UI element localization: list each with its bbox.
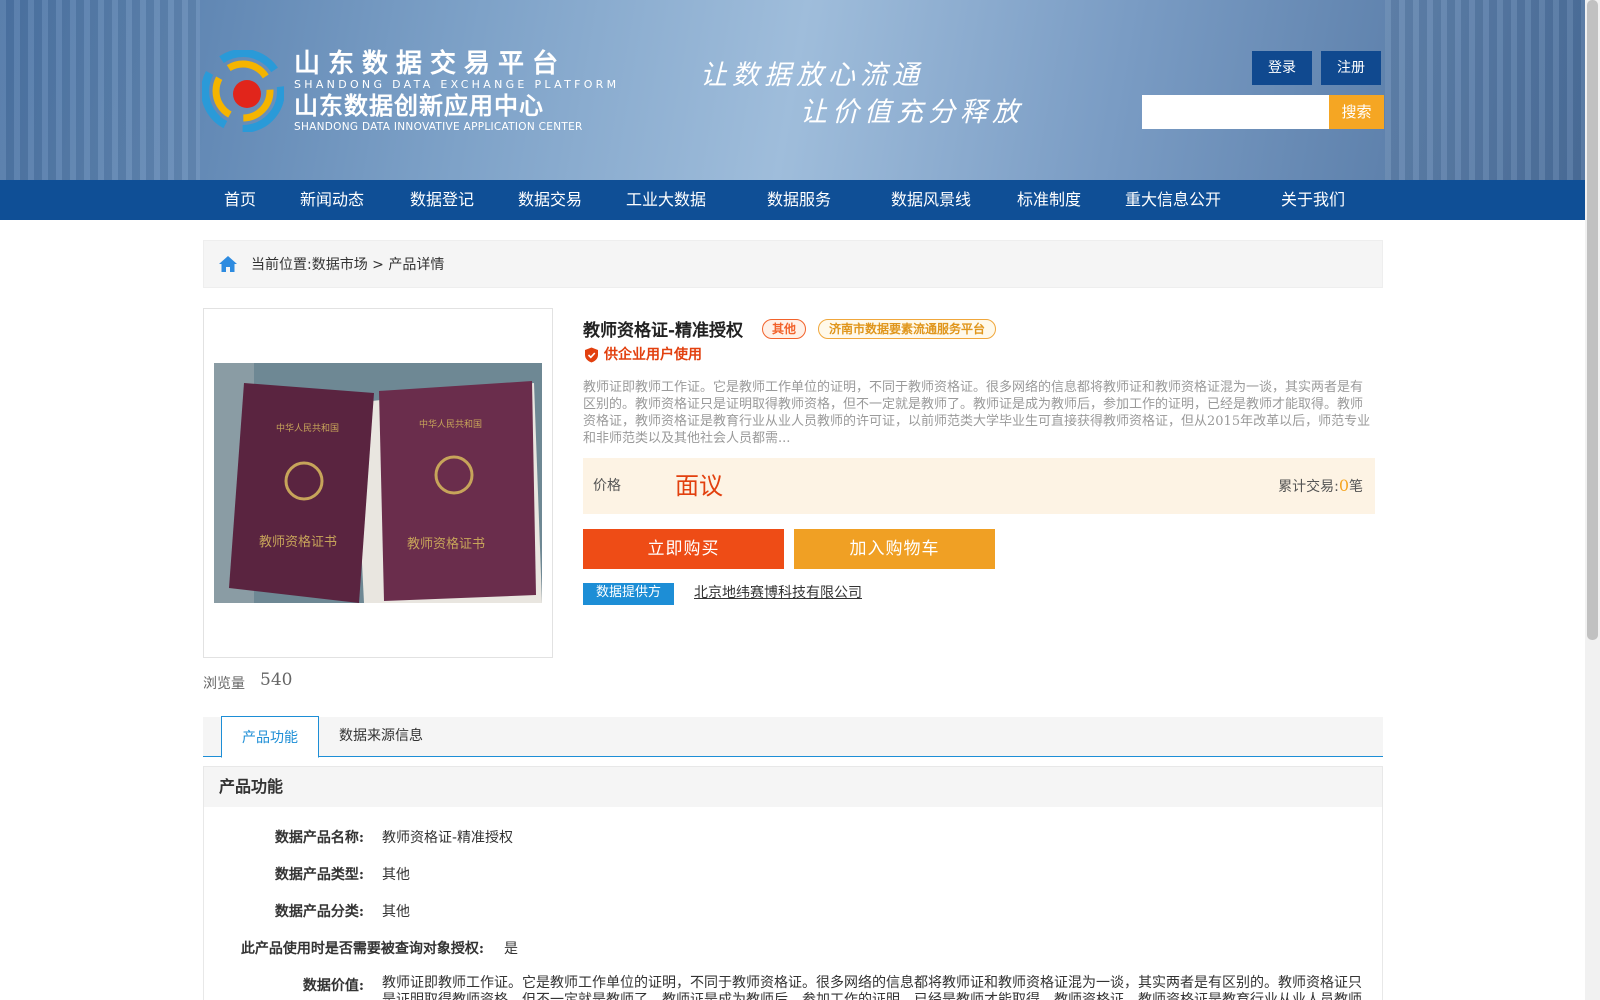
nav-item-news[interactable]: 新闻动态 <box>300 180 364 220</box>
add-to-cart-button[interactable]: 加入购物车 <box>794 529 995 569</box>
breadcrumb-prefix: 当前位置: <box>251 257 312 273</box>
feature-value: 是 <box>504 941 518 957</box>
nav-item-home[interactable]: 首页 <box>224 180 256 220</box>
nav-item-standards[interactable]: 标准制度 <box>1017 180 1081 220</box>
breadcrumb-path[interactable]: 数据市场 > 产品详情 <box>312 257 445 273</box>
search-button[interactable]: 搜索 <box>1329 95 1384 129</box>
platform-logo-icon[interactable] <box>202 50 284 132</box>
breadcrumb: 当前位置:数据市场 > 产品详情 <box>203 240 1383 288</box>
provider-link[interactable]: 北京地纬赛博科技有限公司 <box>694 583 862 603</box>
register-button[interactable]: 注册 <box>1321 51 1381 85</box>
feature-key: 数据价值: <box>302 978 364 994</box>
nav-item-industrial-big-data[interactable]: 工业大数据 <box>626 180 706 220</box>
nav-item-data-services[interactable]: 数据服务 <box>767 180 831 220</box>
trade-count-unit: 笔 <box>1349 479 1363 495</box>
feature-value: 其他 <box>382 867 410 883</box>
booklet-title-right: 教师资格证书 <box>407 536 485 552</box>
booklet-emblem-text-right: 中华人民共和国 <box>419 418 482 430</box>
curtain-decoration-right <box>1385 0 1585 180</box>
trade-count-number: 0 <box>1338 476 1349 495</box>
nav-item-about[interactable]: 关于我们 <box>1281 180 1345 220</box>
feature-key: 此产品使用时是否需要被查询对象授权: <box>240 941 484 957</box>
page-scrollbar[interactable] <box>1585 0 1600 1000</box>
slogan-line-2: 让价值充分释放 <box>800 97 1024 128</box>
header-banner: 山东数据交易平台 SHANDONG DATA EXCHANGE PLATFORM… <box>0 0 1585 180</box>
nav-item-data-landscape[interactable]: 数据风景线 <box>891 180 971 220</box>
logo-cn-line-2: 山东数据创新应用中心 <box>294 92 544 120</box>
feature-value: 教师资格证-精准授权 <box>382 830 514 846</box>
feature-key: 数据产品类型: <box>274 867 364 883</box>
logo-en-line-2: SHANDONG DATA INNOVATIVE APPLICATION CEN… <box>294 121 583 133</box>
trade-count-prefix: 累计交易: <box>1278 479 1339 495</box>
detail-tabs: 产品功能 数据来源信息 <box>203 716 1383 758</box>
slogan-line-1: 让数据放心流通 <box>700 60 924 91</box>
views-count: 540 <box>260 670 293 690</box>
buy-now-button[interactable]: 立即购买 <box>583 529 784 569</box>
price-value: 面议 <box>675 472 723 500</box>
feature-value: 其他 <box>382 904 410 920</box>
search-input[interactable] <box>1142 95 1329 129</box>
product-image[interactable]: 中华人民共和国 中华人民共和国 教师资格证书 教师资格证书 <box>214 363 542 603</box>
scrollbar-thumb[interactable] <box>1587 0 1598 640</box>
breadcrumb-text: 当前位置:数据市场 > 产品详情 <box>251 241 444 289</box>
page: 山东数据交易平台 SHANDONG DATA EXCHANGE PLATFORM… <box>0 0 1600 1000</box>
trade-count: 累计交易:0笔 <box>1278 458 1363 515</box>
nav-item-data-registration[interactable]: 数据登记 <box>410 180 474 220</box>
home-icon[interactable] <box>218 255 238 273</box>
main-nav: 首页 新闻动态 数据登记 数据交易 工业大数据 数据服务 数据风景线 标准制度 … <box>0 180 1585 220</box>
tab-data-source[interactable]: 数据来源信息 <box>339 717 423 755</box>
shield-check-icon <box>585 347 598 363</box>
logo-cn-line-1: 山东数据交易平台 <box>294 49 567 79</box>
price-panel: 价格 面议 累计交易:0笔 <box>583 458 1375 514</box>
booklet-title-left: 教师资格证书 <box>259 534 337 550</box>
product-description: 教师证即教师工作证。它是教师工作单位的证明，不同于教师资格证。很多网络的信息都将… <box>583 380 1371 446</box>
platform-tag: 济南市数据要素流通服务平台 <box>818 319 997 339</box>
booklet-emblem-text-left: 中华人民共和国 <box>276 422 339 434</box>
certificate-photo-illustration: 中华人民共和国 中华人民共和国 教师资格证书 教师资格证书 <box>214 363 542 603</box>
logo-en-line-1: SHANDONG DATA EXCHANGE PLATFORM <box>294 78 620 91</box>
feature-key: 数据产品名称: <box>274 830 364 846</box>
feature-value: 教师证即教师工作证。它是教师工作单位的证明，不同于教师资格证。很多网络的信息都将… <box>382 975 1362 1000</box>
features-heading: 产品功能 <box>204 767 1382 807</box>
views-label: 浏览量 <box>203 676 245 692</box>
curtain-decoration-left <box>0 0 200 180</box>
price-label: 价格 <box>593 478 621 494</box>
features-panel: 产品功能 数据产品名称: 教师资格证-精准授权 数据产品类型: 其他 数据产品分… <box>203 766 1383 1000</box>
audience-badge: 供企业用户使用 <box>604 347 702 363</box>
product-image-frame: 中华人民共和国 中华人民共和国 教师资格证书 教师资格证书 <box>203 308 553 658</box>
platform-name: 山东数据交易平台 SHANDONG DATA EXCHANGE PLATFORM… <box>294 50 619 133</box>
nav-item-disclosure[interactable]: 重大信息公开 <box>1125 180 1221 220</box>
provider-label: 数据提供方 <box>583 583 674 605</box>
product-type-tag: 其他 <box>762 319 807 339</box>
login-button[interactable]: 登录 <box>1252 51 1312 85</box>
feature-key: 数据产品分类: <box>274 904 364 920</box>
nav-item-data-trading[interactable]: 数据交易 <box>518 180 582 220</box>
tab-product-features[interactable]: 产品功能 <box>221 716 319 758</box>
product-title: 教师资格证-精准授权 <box>583 321 744 341</box>
